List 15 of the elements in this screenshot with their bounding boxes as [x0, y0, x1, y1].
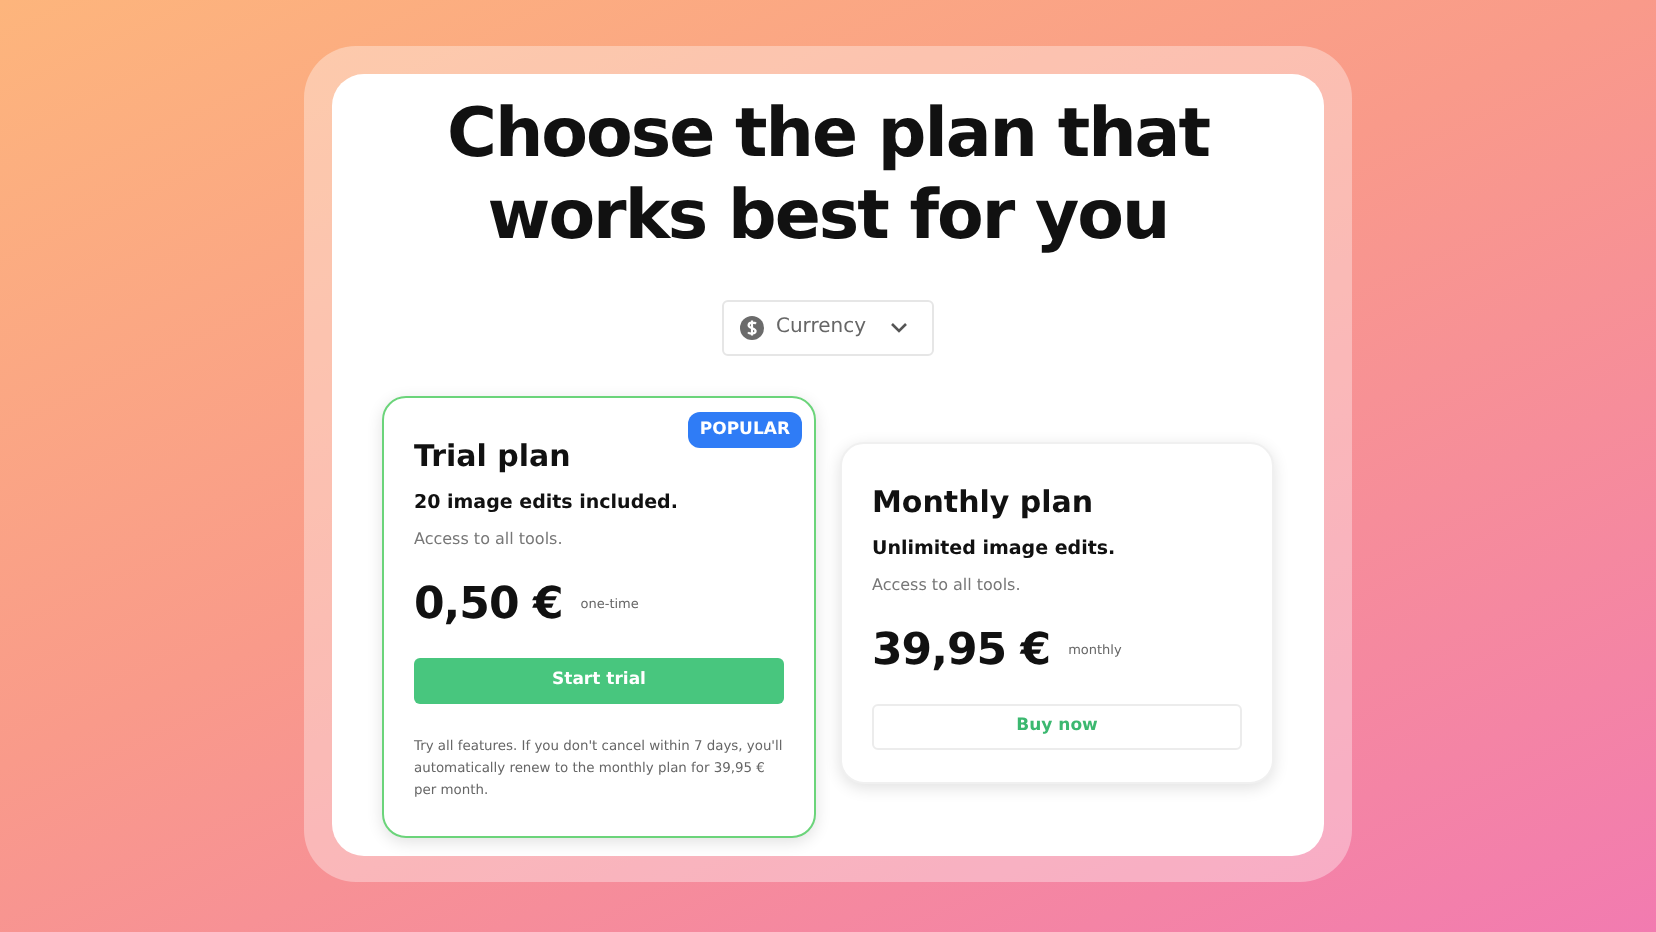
currency-dropdown[interactable]: Currency — [721, 299, 935, 356]
start-trial-button[interactable]: Start trial — [414, 657, 784, 704]
buy-button[interactable]: Buy now — [872, 703, 1242, 750]
plan-price: 39,95 € — [872, 625, 1051, 676]
plan-headline: 20 image edits included. — [414, 491, 680, 514]
plan-feature: Access to all tools. — [872, 575, 1023, 594]
popular-badge: POPULAR — [687, 411, 802, 448]
plan-name: Trial plan — [414, 437, 573, 474]
dollar-icon — [739, 315, 764, 340]
plan-name: Monthly plan — [872, 483, 1096, 520]
chevron-down-icon — [890, 321, 909, 334]
plan-headline: Unlimited image edits. — [872, 537, 1118, 560]
page-heading: Choose the plan that works best for you — [445, 94, 1212, 258]
plan-feature: Access to all tools. — [414, 529, 565, 548]
plan-price: 0,50 € — [414, 579, 563, 630]
